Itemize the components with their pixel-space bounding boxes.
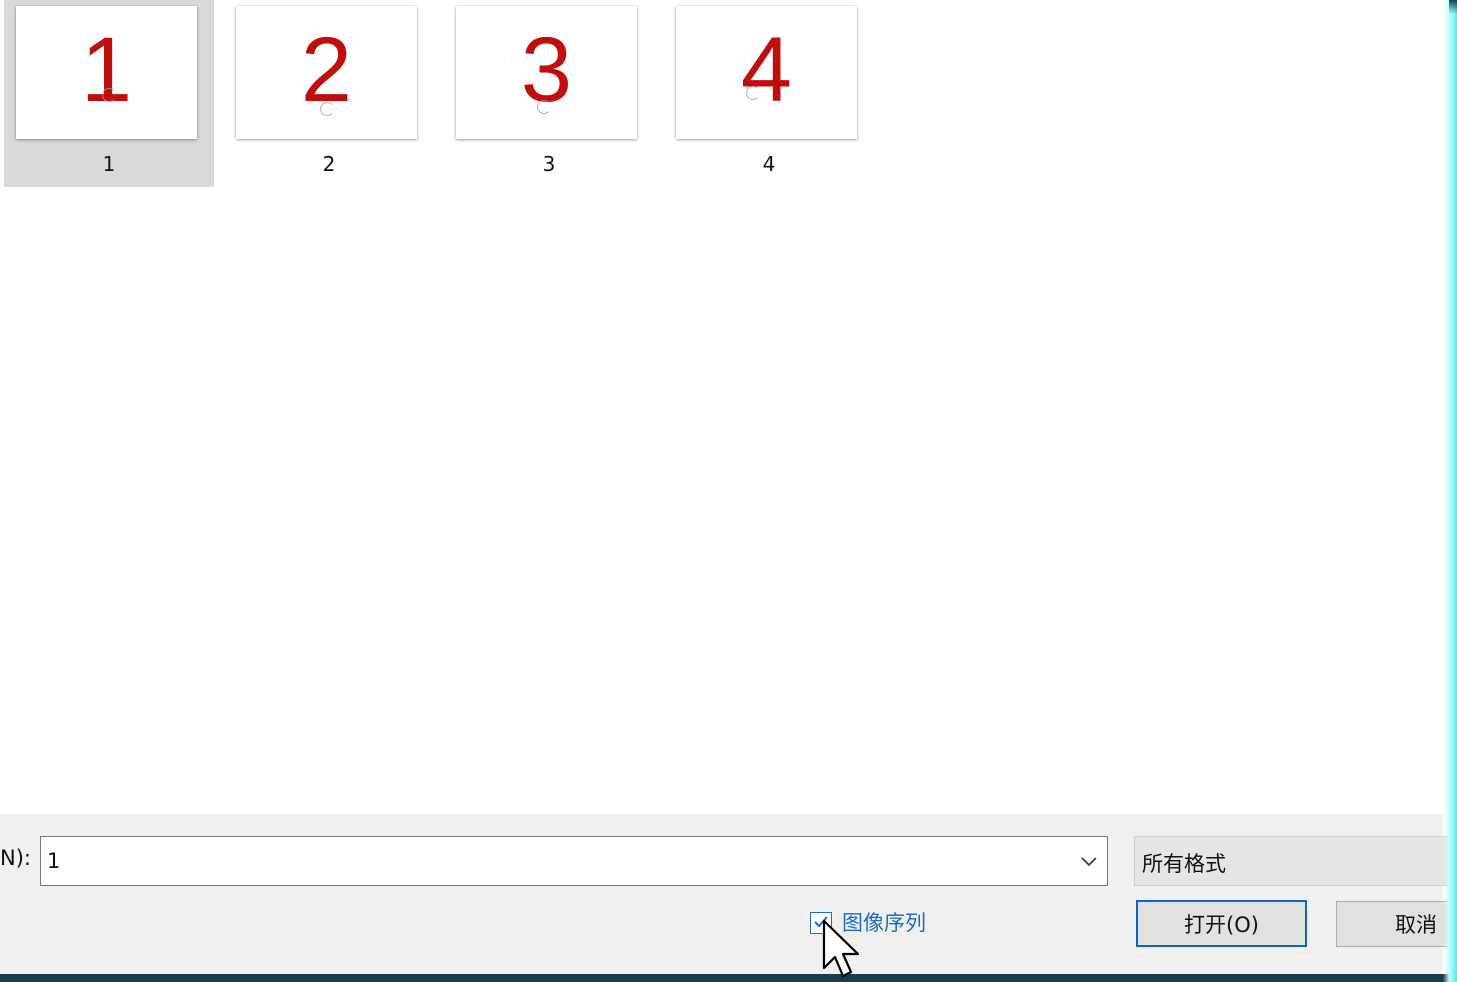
watermark-icon	[537, 100, 551, 114]
watermark-icon	[746, 86, 760, 100]
open-button[interactable]: 打开(O)	[1136, 900, 1307, 947]
file-thumbnail: 2	[236, 6, 417, 139]
file-item[interactable]: 2 2	[224, 0, 434, 187]
file-item[interactable]: 4 4	[664, 0, 874, 187]
window-corner	[1449, 0, 1457, 14]
file-name-label: 4	[762, 152, 776, 176]
filename-combobox[interactable]	[40, 836, 1108, 886]
file-item[interactable]: 1 1	[4, 0, 214, 187]
filename-label: N):	[0, 846, 31, 870]
watermark-icon	[102, 88, 116, 102]
window-edge-glow	[1443, 0, 1457, 982]
checkmark-icon	[814, 916, 828, 928]
file-item[interactable]: 3 3	[444, 0, 654, 187]
file-thumbnail: 3	[456, 6, 637, 139]
open-file-dialog: 1 1 2 2 3 3 4 4 N): 1 所有格式 图像序列 打开(O) 取消	[0, 0, 1457, 982]
filetype-dropdown[interactable]: 所有格式	[1134, 836, 1454, 886]
file-thumbnail: 1	[16, 6, 197, 139]
filetype-selected-value: 所有格式	[1142, 852, 1226, 876]
open-button-label: 打开(O)	[1184, 912, 1259, 937]
thumbnail-digit: 4	[740, 19, 793, 121]
image-sequence-label[interactable]: 图像序列	[842, 907, 926, 937]
watermark-icon	[320, 102, 334, 116]
file-name-label: 1	[102, 152, 116, 176]
file-list-view[interactable]: 1 1 2 2 3 3 4 4	[0, 0, 1443, 814]
file-name-label: 3	[542, 152, 556, 176]
filename-input[interactable]	[47, 837, 1057, 884]
image-sequence-checkbox[interactable]	[810, 912, 832, 934]
file-thumbnail: 4	[676, 6, 857, 139]
chevron-down-icon[interactable]	[1079, 851, 1099, 871]
thumbnail-digit: 1	[80, 19, 133, 121]
window-bottom-border	[0, 974, 1457, 982]
cancel-button[interactable]: 取消	[1336, 901, 1454, 947]
file-name-label: 2	[322, 152, 336, 176]
